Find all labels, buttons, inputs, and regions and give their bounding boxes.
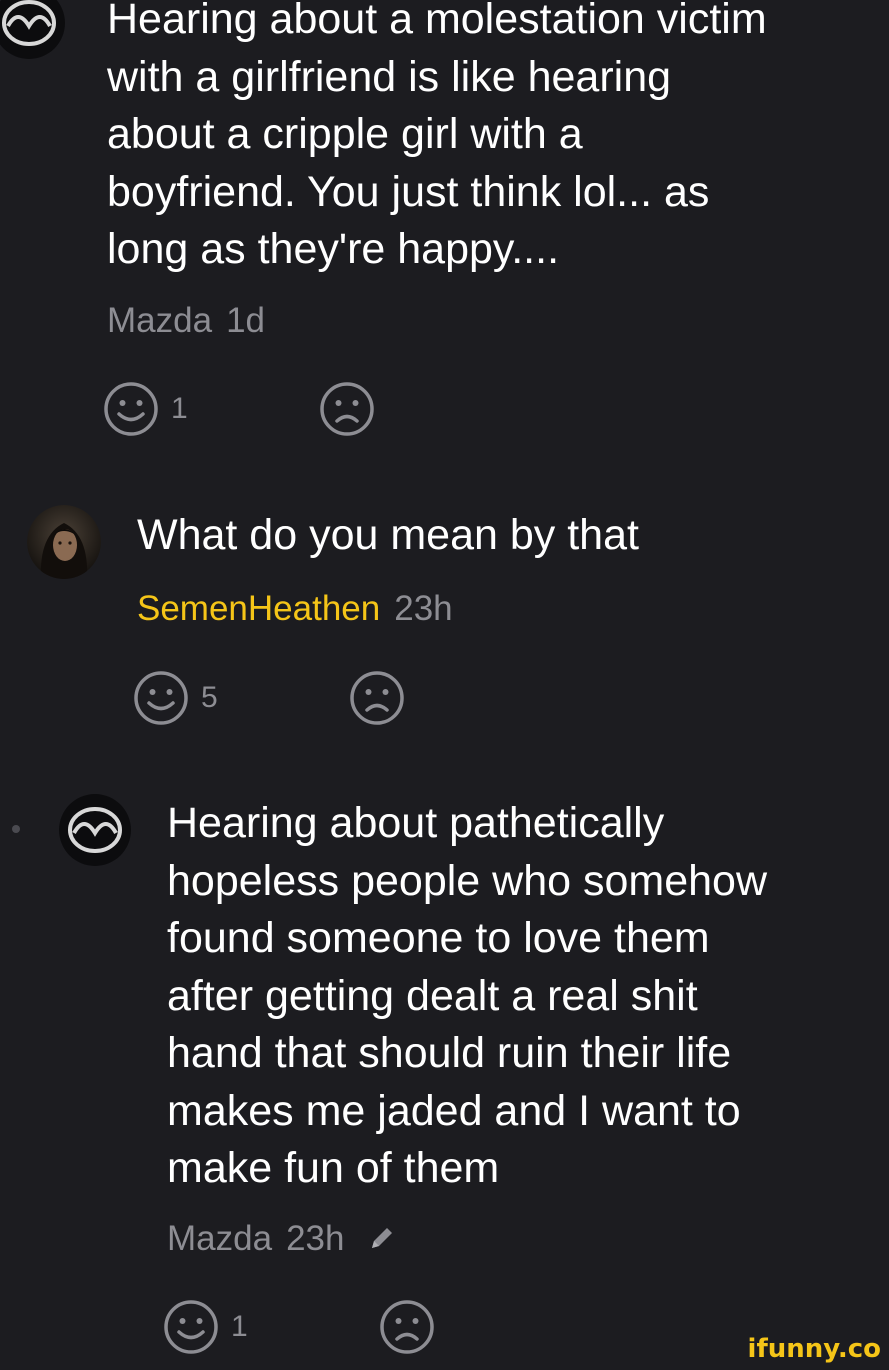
smile-count: 1 [231, 1310, 248, 1343]
frown-button[interactable] [319, 381, 375, 437]
comment-author[interactable]: Mazda [167, 1219, 272, 1258]
frown-button[interactable] [379, 1299, 435, 1355]
comment-text: Hearing about pathetically hopeless peop… [167, 799, 768, 1192]
mazda-logo-icon[interactable] [58, 793, 132, 867]
comment-text: What do you mean by that [137, 511, 639, 559]
comment-author[interactable]: SemenHeathen [137, 589, 380, 628]
smile-icon [164, 1300, 218, 1354]
user-photo-avatar[interactable] [27, 505, 101, 579]
pencil-icon [368, 1221, 396, 1261]
watermark: ifunny.co [747, 1334, 881, 1364]
reaction-bar: 1 [103, 381, 403, 437]
frown-button[interactable] [349, 670, 405, 726]
comment-text: Hearing about a molestation victim with … [107, 0, 767, 273]
comment-author[interactable]: Mazda [107, 301, 212, 340]
smile-icon [104, 382, 158, 436]
comment-2: What do you mean by that SemenHeathen 23h… [0, 480, 889, 770]
comment-time: 23h [286, 1219, 345, 1258]
frown-icon [350, 671, 404, 725]
smile-count: 1 [171, 392, 188, 425]
smile-icon [134, 671, 188, 725]
smile-button[interactable]: 1 [103, 381, 188, 437]
comment-1: Hearing about a molestation victim with … [0, 0, 889, 460]
thread-dot [12, 825, 20, 833]
frown-icon [380, 1300, 434, 1354]
comment-time: 23h [394, 589, 453, 628]
comment-meta: Mazda 23h [167, 1219, 396, 1261]
smile-button[interactable]: 1 [163, 1299, 248, 1355]
comment-meta: Mazda 1d [107, 301, 265, 341]
smile-button[interactable]: 5 [133, 670, 218, 726]
smile-count: 5 [201, 681, 218, 714]
reaction-bar: 1 [163, 1299, 463, 1355]
mazda-logo-icon[interactable] [0, 0, 66, 60]
comment-meta: SemenHeathen 23h [137, 589, 453, 629]
comment-time: 1d [226, 301, 265, 340]
reaction-bar: 5 [133, 670, 433, 726]
comment-3: Hearing about pathetically hopeless peop… [0, 780, 889, 1370]
frown-icon [320, 382, 374, 436]
